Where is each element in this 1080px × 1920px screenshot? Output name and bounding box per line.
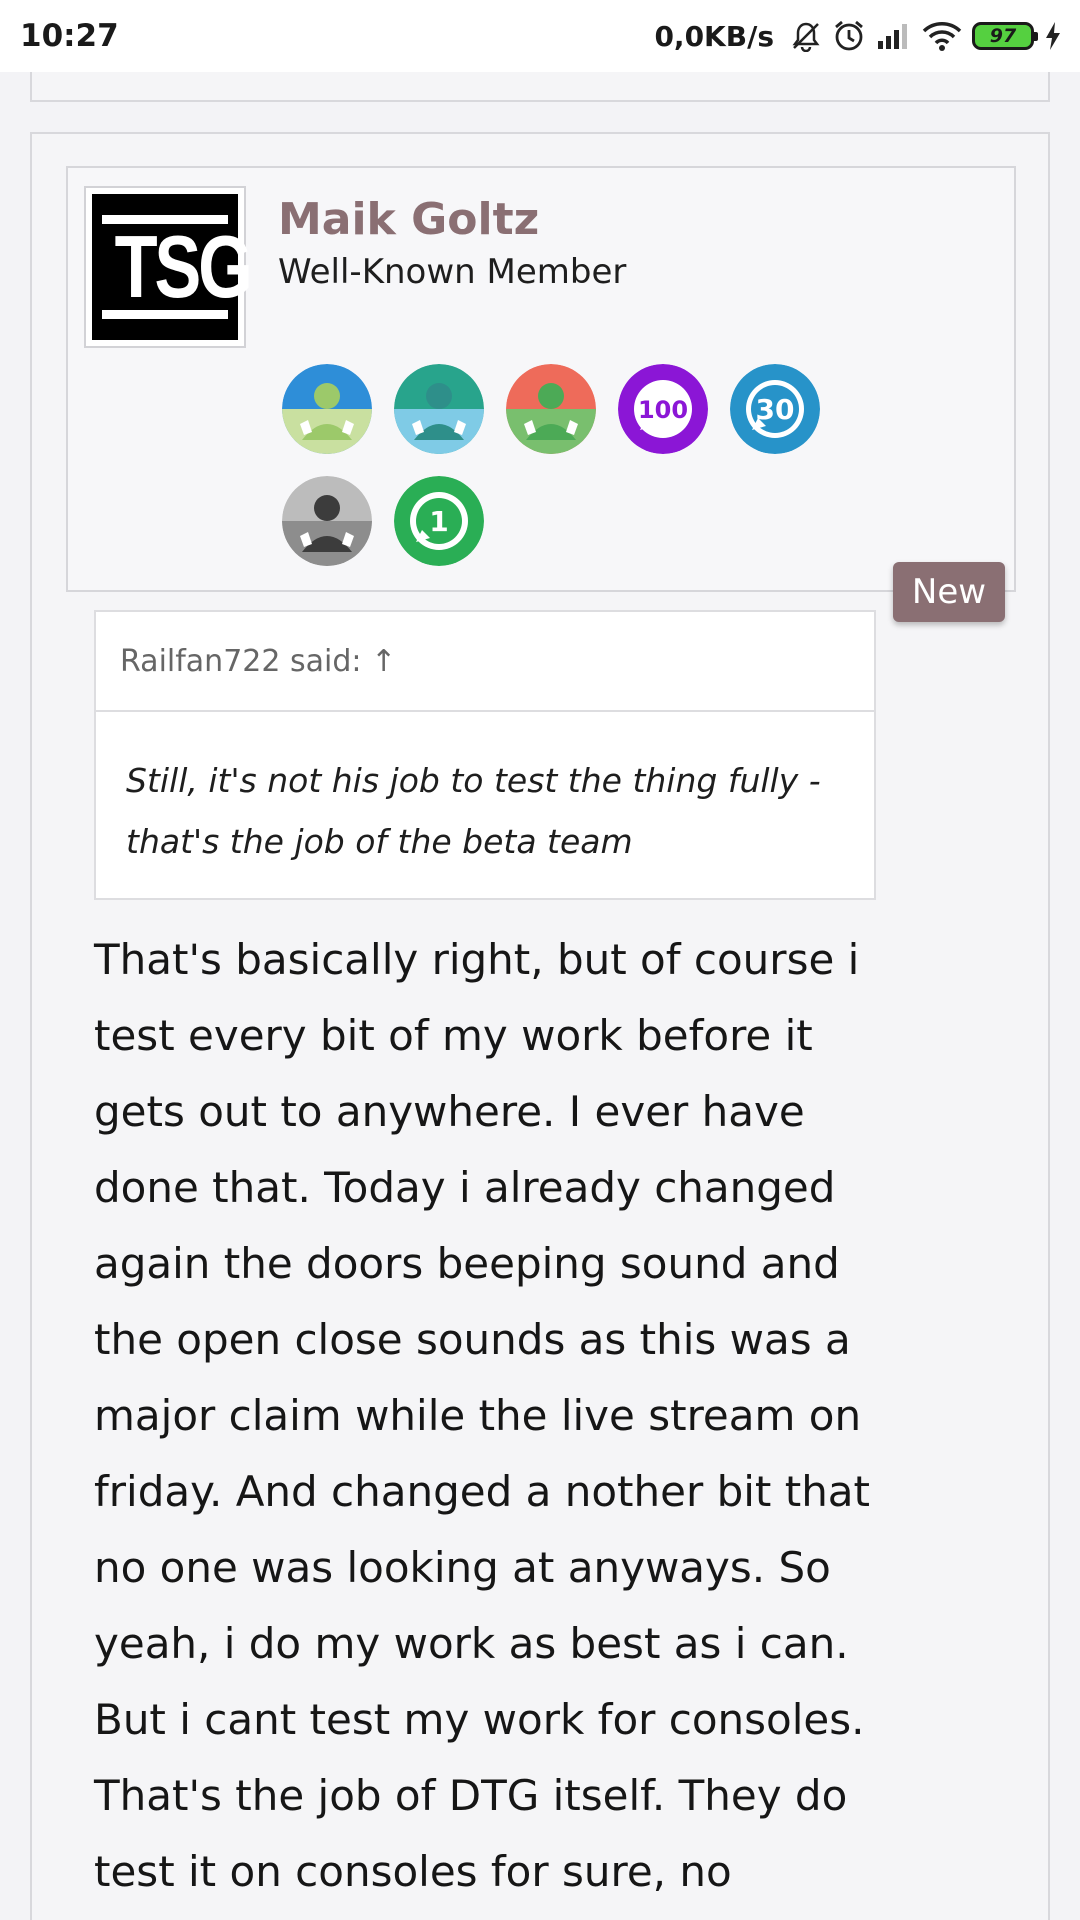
- message-line: yeah, i do my work as best as i can.: [94, 1619, 849, 1668]
- previous-post: [30, 72, 1050, 102]
- new-badge: New: [893, 562, 1005, 622]
- message-line: test every bit of my work before it: [94, 1011, 813, 1060]
- svg-text:100: 100: [638, 396, 688, 424]
- trophy-user-red-icon[interactable]: [506, 364, 596, 454]
- message-line: test it on consoles for sure, no: [94, 1847, 732, 1896]
- message-line: done that. Today i already changed: [94, 1163, 836, 1212]
- trophy-message-30-icon[interactable]: 30: [730, 364, 820, 454]
- message-line: friday. And changed a nother bit that: [94, 1467, 871, 1516]
- message-line: But i cant test my work for consoles.: [94, 1695, 865, 1744]
- bell-off-icon: [790, 20, 822, 52]
- signal-icon: [876, 21, 912, 51]
- trophy-user-blue-icon[interactable]: [282, 364, 372, 454]
- avatar[interactable]: TSG: [84, 186, 253, 348]
- trophy-user-gray-icon[interactable]: [282, 476, 372, 566]
- message-body: That's basically right, but of course i …: [94, 922, 914, 1910]
- username-link[interactable]: Maik Goltz: [278, 194, 539, 245]
- status-time: 10:27: [20, 18, 119, 54]
- user-title: Well-Known Member: [278, 252, 627, 292]
- status-bar: 10:27 0,0KB/s 97: [0, 0, 1080, 72]
- charging-icon: [1044, 21, 1062, 51]
- quote-attribution[interactable]: Railfan722 said: ↑: [96, 612, 874, 712]
- message-line: major claim while the live stream on: [94, 1391, 862, 1440]
- network-speed: 0,0KB/s: [654, 19, 774, 53]
- user-card: TSG Maik Goltz Well-Known Member 100 30 …: [66, 166, 1016, 592]
- wifi-icon: [922, 20, 962, 52]
- trophy-user-teal-icon[interactable]: [394, 364, 484, 454]
- quote-block: Railfan722 said: ↑ Still, it's not his j…: [94, 610, 876, 900]
- status-icons: 0,0KB/s 97: [654, 19, 1062, 53]
- message-line: gets out to anywhere. I ever have: [94, 1087, 805, 1136]
- battery-level: 97: [989, 25, 1017, 47]
- post: TSG Maik Goltz Well-Known Member 100 30 …: [30, 132, 1050, 1920]
- alarm-icon: [832, 19, 866, 53]
- svg-text:1: 1: [429, 505, 448, 538]
- message-line: again the doors beeping sound and: [94, 1239, 840, 1288]
- trophy-message-1-icon[interactable]: 1: [394, 476, 484, 566]
- trophy-list: 100 30 1: [282, 364, 902, 566]
- quote-text: Still, it's not his job to test the thin…: [126, 761, 821, 861]
- message-line: no one was looking at anyways. So: [94, 1543, 831, 1592]
- avatar-logo: TSG: [92, 194, 253, 340]
- message-line: That's basically right, but of course i: [94, 935, 860, 984]
- svg-text:30: 30: [756, 393, 795, 426]
- message-line: That's the job of DTG itself. They do: [94, 1771, 848, 1820]
- battery-icon: 97: [972, 22, 1038, 50]
- avatar-text: TSG: [114, 217, 253, 316]
- message-line: the open close sounds as this was a: [94, 1315, 851, 1364]
- trophy-message-100-icon[interactable]: 100: [618, 364, 708, 454]
